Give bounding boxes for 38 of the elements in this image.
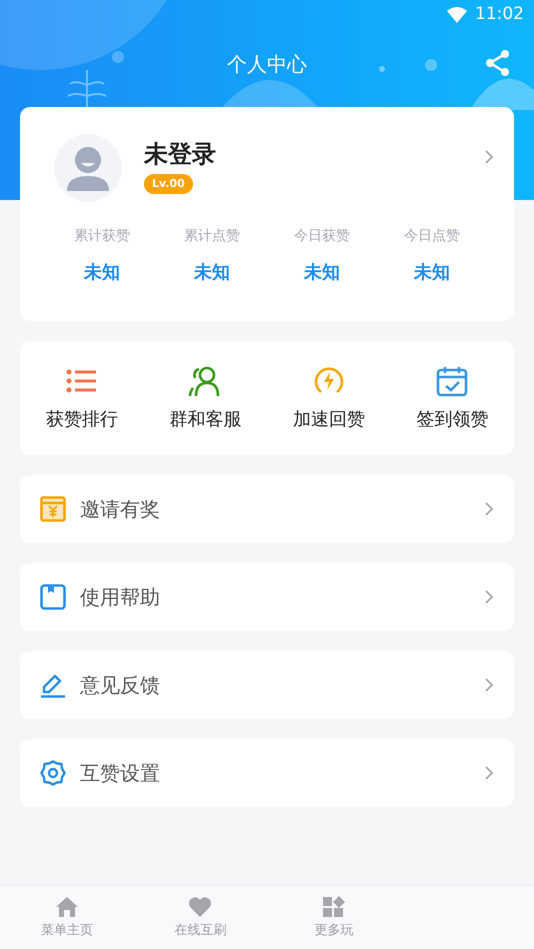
shortcut-button[interactable]: 签到领赞 — [416, 406, 488, 432]
book-icon — [40, 584, 66, 610]
user-name[interactable]: 未登录 — [144, 142, 216, 166]
shortcut-button[interactable]: 群和客服 — [169, 406, 242, 432]
shortcut-button[interactable]: 加速回赞 — [292, 406, 365, 432]
shortcut-button[interactable]: 获赞排行 — [46, 406, 118, 432]
chevron-icon[interactable] — [484, 149, 494, 165]
chevron-icon — [484, 765, 494, 781]
stat-label: 累计获赞 — [74, 227, 130, 246]
home-icon — [54, 894, 79, 919]
chevron-icon — [484, 589, 494, 605]
stat-label: 今日点赞 — [404, 227, 460, 246]
stat-value: 未知 — [194, 261, 230, 285]
stat-label: 累计点赞 — [184, 227, 240, 246]
apps-icon — [322, 894, 346, 919]
settings-icon — [40, 760, 66, 786]
menu-label: 互赞设置 — [80, 760, 161, 787]
yen-card-icon — [40, 496, 66, 522]
stat-label: 今日获赞 — [294, 227, 350, 246]
wifi-icon — [447, 7, 467, 23]
menu-item[interactable]: 互赞设置 — [20, 739, 514, 807]
level-badge: Lv.00 — [144, 174, 193, 194]
menu-item[interactable]: 使用帮助 — [20, 563, 514, 631]
status-time: 11:02 — [475, 3, 524, 26]
menu-label: 意见反馈 — [80, 672, 161, 699]
stat-value: 未知 — [414, 261, 450, 285]
avatar-icon[interactable] — [54, 134, 122, 202]
stat-value: 未知 — [84, 261, 120, 285]
menu-item[interactable]: 意见反馈 — [20, 651, 514, 719]
page-title: 个人中心 — [227, 51, 307, 78]
menu-item[interactable]: 邀请有奖 — [20, 475, 514, 543]
menu-label: 使用帮助 — [80, 584, 161, 611]
heart-icon — [188, 894, 212, 919]
pen-icon — [40, 672, 66, 698]
stat-value: 未知 — [304, 261, 340, 285]
menu-label: 邀请有奖 — [80, 496, 161, 523]
chevron-icon — [484, 501, 494, 517]
chevron-icon — [484, 677, 494, 693]
